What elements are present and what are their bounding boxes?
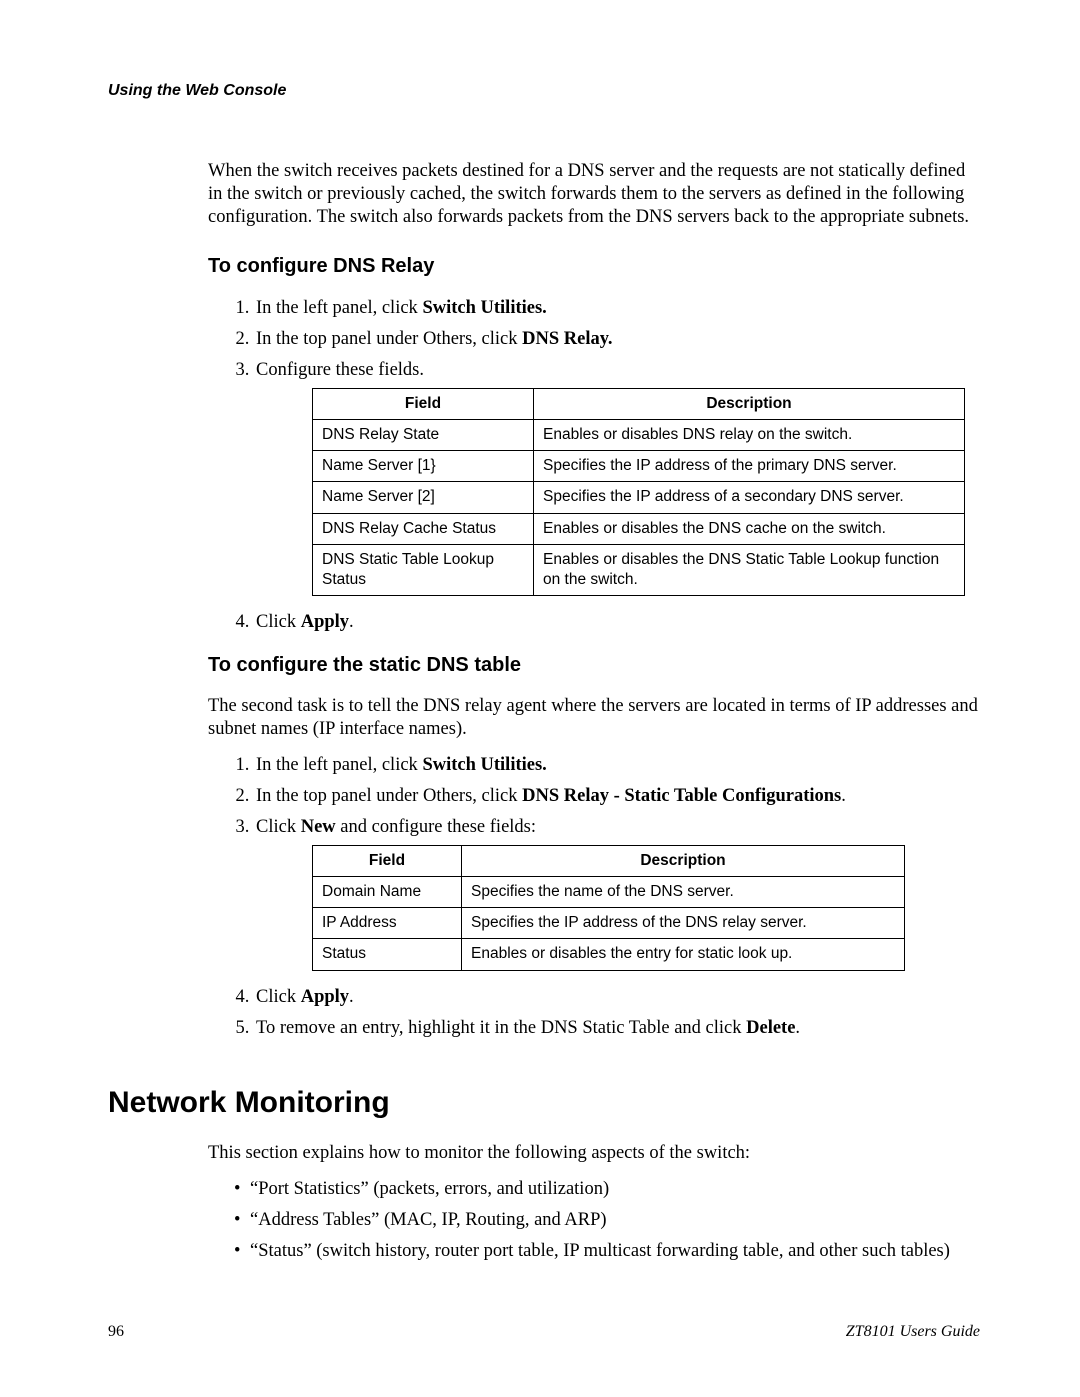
heading-configure-dns-relay: To configure DNS Relay (208, 255, 980, 278)
intro-paragraph: When the switch receives packets destine… (208, 160, 980, 229)
guide-title: ZT8101 Users Guide (846, 1323, 980, 1341)
list-item: Click Apply. (254, 985, 980, 1009)
dns-relay-fields-table: Field Description DNS Relay StateEnables… (312, 388, 965, 596)
page-number: 96 (108, 1323, 124, 1341)
table-row: DNS Static Table Lookup StatusEnables or… (313, 544, 965, 595)
monitoring-paragraph: This section explains how to monitor the… (208, 1142, 980, 1165)
table-header: Description (534, 388, 965, 419)
list-item: Click Apply. (254, 610, 980, 634)
list-item: “Address Tables” (MAC, IP, Routing, and … (250, 1208, 980, 1232)
list-item: Configure these fields. Field Descriptio… (254, 358, 980, 596)
table-header: Field (313, 846, 462, 877)
heading-configure-static-dns-table: To configure the static DNS table (208, 654, 980, 677)
table-header: Field (313, 388, 534, 419)
list-item: In the top panel under Others, click DNS… (254, 327, 980, 351)
list-item: In the left panel, click Switch Utilitie… (254, 753, 980, 777)
list-item: “Status” (switch history, router port ta… (250, 1239, 980, 1263)
monitoring-bullets: “Port Statistics” (packets, errors, and … (208, 1177, 980, 1263)
table-row: DNS Relay Cache StatusEnables or disable… (313, 513, 965, 544)
static-dns-steps: In the left panel, click Switch Utilitie… (208, 753, 980, 1040)
list-item: Click New and configure these fields: Fi… (254, 815, 980, 971)
table-row: Name Server [2]Specifies the IP address … (313, 482, 965, 513)
static-dns-fields-table: Field Description Domain NameSpecifies t… (312, 845, 905, 971)
static-dns-paragraph: The second task is to tell the DNS relay… (208, 695, 980, 741)
table-header: Description (462, 846, 905, 877)
table-row: IP AddressSpecifies the IP address of th… (313, 908, 905, 939)
page-header: Using the Web Console (108, 82, 980, 100)
dns-relay-steps: In the left panel, click Switch Utilitie… (208, 296, 980, 634)
list-item: To remove an entry, highlight it in the … (254, 1016, 980, 1040)
heading-network-monitoring: Network Monitoring (108, 1086, 980, 1120)
list-item: “Port Statistics” (packets, errors, and … (250, 1177, 980, 1201)
table-row: Domain NameSpecifies the name of the DNS… (313, 877, 905, 908)
page-footer: 96 ZT8101 Users Guide (108, 1323, 980, 1341)
table-row: DNS Relay StateEnables or disables DNS r… (313, 420, 965, 451)
list-item: In the left panel, click Switch Utilitie… (254, 296, 980, 320)
table-row: Name Server [1}Specifies the IP address … (313, 451, 965, 482)
list-item: In the top panel under Others, click DNS… (254, 784, 980, 808)
table-row: StatusEnables or disables the entry for … (313, 939, 905, 970)
